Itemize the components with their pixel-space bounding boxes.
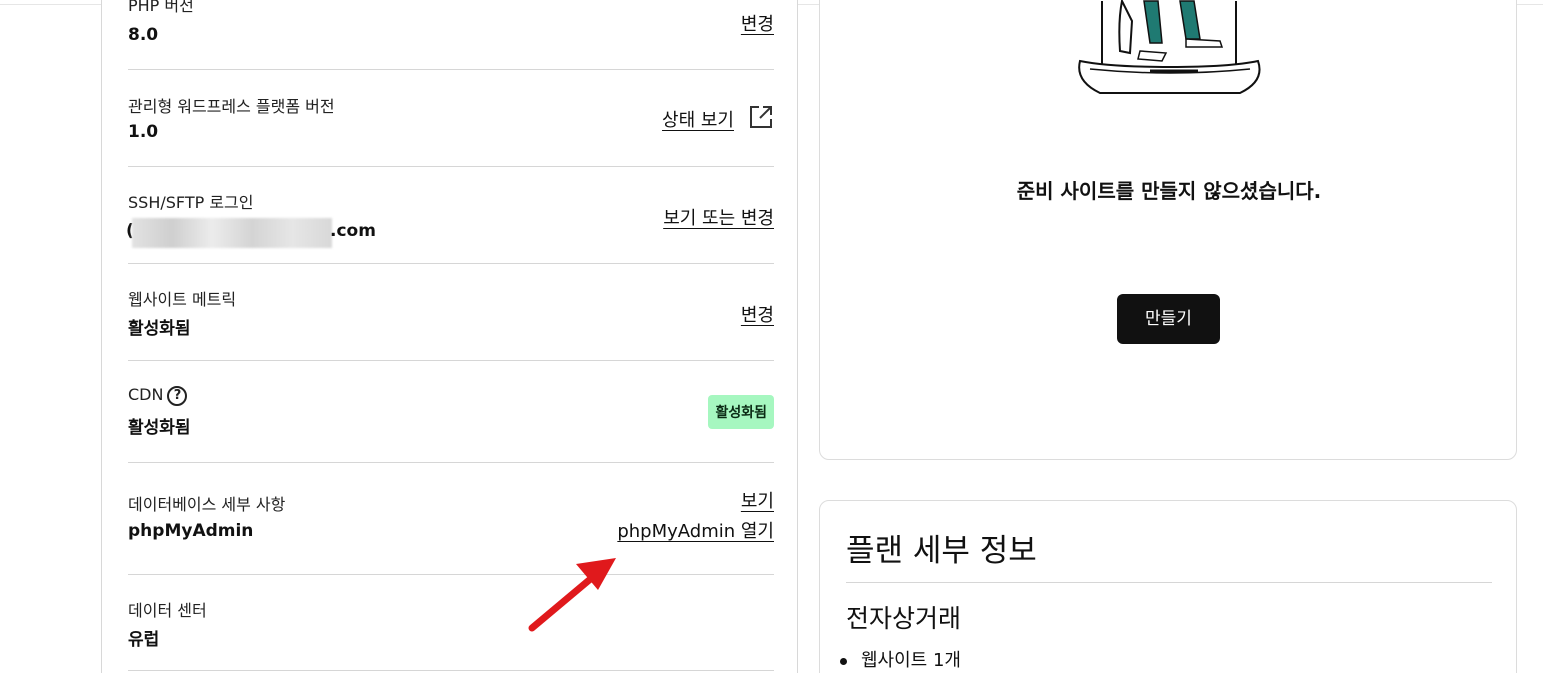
php-version-row: PHP 버전 8.0 변경 (128, 0, 774, 70)
plan-feature-item: 웹사이트 1개 (840, 646, 961, 672)
platform-version-value: 1.0 (128, 122, 159, 142)
cdn-row: CDN? 활성화됨 활성화됨 (128, 361, 774, 463)
plan-name: 전자상거래 (846, 604, 962, 633)
database-details-label: 데이터베이스 세부 사항 (128, 495, 286, 514)
settings-panel: PHP 버전 8.0 변경 관리형 워드프레스 플랫폼 버전 1.0 상태 보기… (101, 0, 798, 673)
platform-version-row: 관리형 워드프레스 플랫폼 버전 1.0 상태 보기 (128, 70, 774, 167)
website-metrics-row: 웹사이트 메트릭 활성화됨 변경 (128, 264, 774, 361)
php-version-change-link[interactable]: 변경 (741, 10, 774, 36)
plan-divider (846, 582, 1492, 583)
database-details-value: phpMyAdmin (128, 521, 254, 541)
data-center-value: 유럽 (128, 630, 160, 650)
php-version-label: PHP 버전 (128, 0, 194, 15)
redacted-username (132, 218, 332, 248)
ssh-login-label: SSH/SFTP 로그인 (128, 193, 254, 212)
platform-version-label: 관리형 워드프레스 플랫폼 버전 (128, 97, 335, 116)
website-metrics-value: 활성화됨 (128, 319, 191, 339)
staging-illustration (1078, 0, 1261, 94)
cdn-status-badge: 활성화됨 (708, 395, 774, 429)
website-metrics-label: 웹사이트 메트릭 (128, 290, 237, 309)
plan-features-list: 웹사이트 1개 (840, 646, 961, 672)
data-center-label: 데이터 센터 (128, 601, 207, 620)
staging-site-card: 준비 사이트를 만들지 않으셨습니다. 만들기 (819, 0, 1517, 460)
cdn-label: CDN (128, 385, 164, 404)
ssh-view-change-link[interactable]: 보기 또는 변경 (663, 204, 774, 230)
cdn-value: 활성화됨 (128, 418, 191, 438)
ssh-login-value: ( .com (126, 218, 378, 248)
plan-details-title: 플랜 세부 정보 (846, 533, 1037, 569)
cdn-label-wrap: CDN? (128, 385, 188, 406)
bullet-icon (840, 657, 847, 665)
help-icon[interactable]: ? (167, 385, 188, 406)
plan-feature-text: 웹사이트 1개 (861, 650, 961, 671)
data-center-row: 데이터 센터 유럽 (128, 575, 774, 671)
ssh-login-domain-suffix: .com (330, 221, 376, 241)
platform-status-link[interactable]: 상태 보기 (662, 106, 734, 132)
website-metrics-change-link[interactable]: 변경 (741, 301, 774, 327)
staging-empty-message: 준비 사이트를 만들지 않으셨습니다. (1016, 179, 1322, 203)
red-arrow-annotation (528, 558, 616, 632)
plan-details-card: 플랜 세부 정보 전자상거래 웹사이트 1개 (819, 500, 1517, 673)
create-staging-button[interactable]: 만들기 (1117, 294, 1220, 344)
phpmyadmin-open-link[interactable]: phpMyAdmin 열기 (617, 517, 774, 543)
php-version-value: 8.0 (128, 25, 159, 45)
external-link-icon[interactable] (748, 104, 774, 130)
database-view-link[interactable]: 보기 (741, 487, 774, 513)
database-details-row: 데이터베이스 세부 사항 phpMyAdmin 보기 phpMyAdmin 열기 (128, 463, 774, 575)
ssh-login-row: SSH/SFTP 로그인 ( .com 보기 또는 변경 (126, 167, 774, 264)
